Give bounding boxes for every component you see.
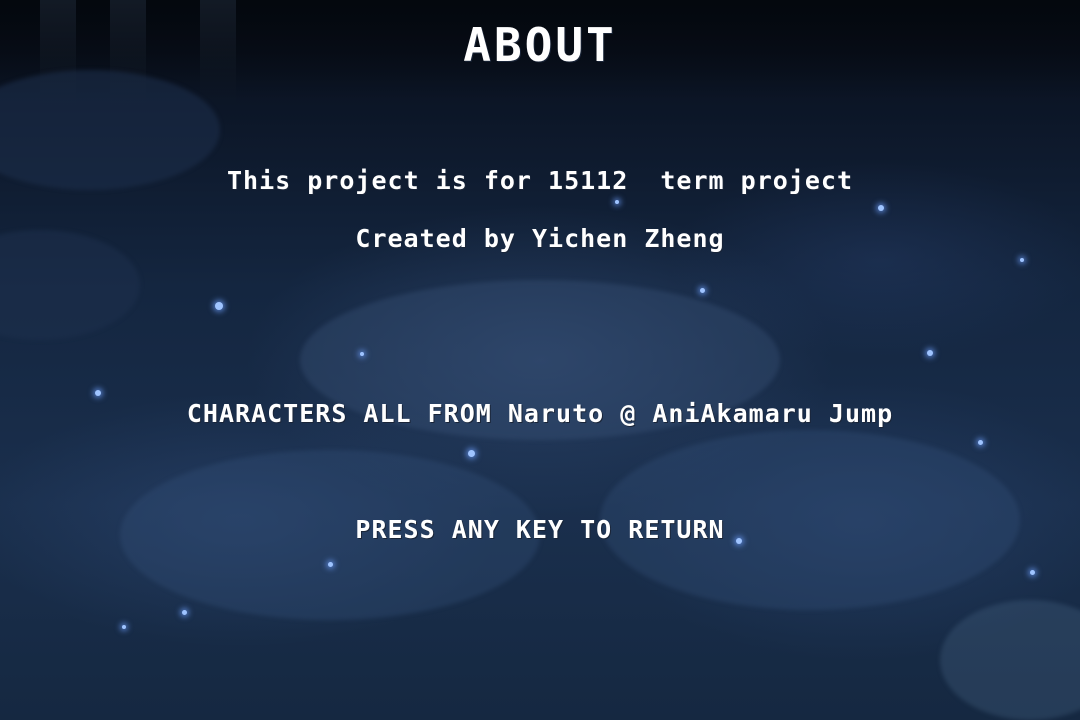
- star: [215, 302, 223, 310]
- about-screen[interactable]: ABOUT This project is for 15112 term pro…: [0, 0, 1080, 720]
- creator-credit: Created by Yichen Zheng: [355, 224, 725, 253]
- page-title: ABOUT: [463, 18, 617, 72]
- star: [1030, 570, 1035, 575]
- star: [1020, 258, 1024, 262]
- star: [615, 200, 619, 204]
- star: [95, 390, 101, 396]
- project-description: This project is for 15112 term project: [227, 166, 853, 195]
- star: [360, 352, 364, 356]
- star: [122, 625, 126, 629]
- cloud: [940, 600, 1080, 720]
- return-prompt[interactable]: PRESS ANY KEY TO RETURN: [0, 515, 1080, 544]
- star: [927, 350, 933, 356]
- star: [700, 288, 705, 293]
- star: [878, 205, 884, 211]
- characters-credit: CHARACTERS ALL FROM Naruto @ AniAkamaru …: [186, 399, 894, 428]
- star: [978, 440, 983, 445]
- star: [182, 610, 187, 615]
- star: [468, 450, 475, 457]
- star: [328, 562, 333, 567]
